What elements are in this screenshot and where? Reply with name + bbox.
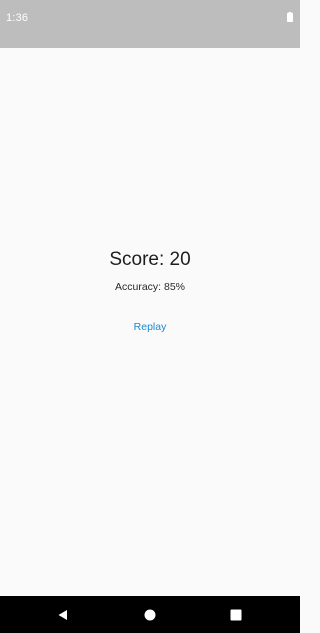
home-button[interactable] <box>139 604 161 626</box>
recents-square-icon <box>230 609 242 621</box>
back-button[interactable] <box>52 604 74 626</box>
status-bar: 1:36 <box>0 0 300 48</box>
score-text: Score: 20 <box>109 249 191 270</box>
recents-button[interactable] <box>225 604 247 626</box>
status-time: 1:36 <box>6 12 29 24</box>
back-triangle-icon <box>58 610 67 620</box>
battery-icon <box>287 12 293 22</box>
navigation-bar <box>0 596 300 633</box>
accuracy-text: Accuracy: 85% <box>114 281 186 293</box>
result-screen: Score: 20 Accuracy: 85% Replay <box>0 48 300 596</box>
replay-button[interactable]: Replay <box>120 314 180 340</box>
home-circle-icon <box>144 609 156 621</box>
